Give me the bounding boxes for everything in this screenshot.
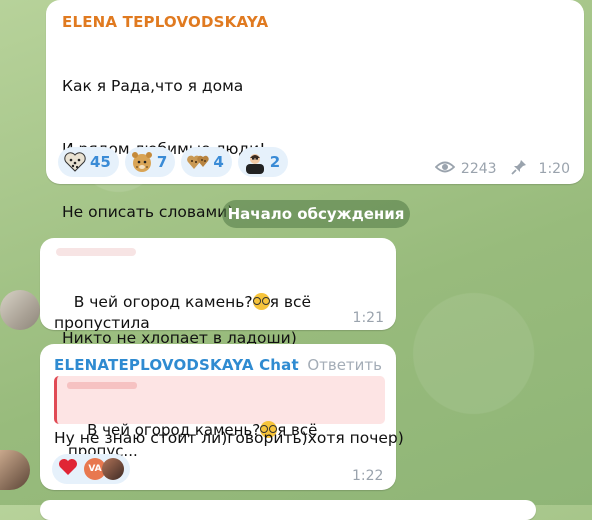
comment-text-prefix: В чей огород камень? xyxy=(73,293,253,311)
pin-icon xyxy=(510,159,527,179)
reaction-leopard-heart[interactable]: 45 xyxy=(58,147,119,177)
leopard-hearts-icon xyxy=(186,150,210,174)
reaction-leopard-face[interactable]: 7 xyxy=(124,147,176,177)
reaction-count: 45 xyxy=(90,153,111,171)
leopard-face-icon xyxy=(130,150,154,174)
red-heart-icon xyxy=(58,458,78,480)
channel-post: ELENA TEPLOVODSKAYA Как я Рада,что я дом… xyxy=(46,0,584,347)
comment-text-1: В чей огород камень? я всё пропустила xyxy=(54,271,396,355)
reaction-leopard-hearts[interactable]: 4 xyxy=(181,147,232,177)
post-meta: 2243 1:20 xyxy=(434,159,570,179)
views-count: 2243 xyxy=(460,161,497,177)
commenter-avatar-2[interactable] xyxy=(0,450,30,490)
post-time: 1:20 xyxy=(538,161,570,177)
comment-bubble-1: В чей огород камень? я всё пропустила 1:2… xyxy=(40,238,396,332)
reply-button[interactable]: Ответить xyxy=(307,356,382,374)
comment-time-1: 1:21 xyxy=(352,310,384,326)
commenter-avatar[interactable] xyxy=(0,290,40,330)
reply-quote[interactable]: В чей огород камень? я всё пропус... xyxy=(54,376,385,460)
reaction-person[interactable]: 2 xyxy=(237,147,289,177)
reaction-count: 7 xyxy=(156,153,168,171)
post-author[interactable]: ELENA TEPLOVODSKAYA xyxy=(62,13,268,31)
person-emoji-icon xyxy=(243,150,267,174)
eye-icon xyxy=(434,160,456,178)
reaction-count: 4 xyxy=(213,153,224,171)
reaction-red-heart[interactable]: VA xyxy=(52,454,130,484)
next-message-bubble xyxy=(40,500,536,520)
quote-author-blurred xyxy=(67,382,137,389)
comment-reactions-2: VA xyxy=(52,454,130,484)
discussion-start-label: Начало обсуждения xyxy=(222,200,410,228)
nerd-face-icon xyxy=(252,293,270,310)
comment-author-2[interactable]: ELENATEPLOVODSKAYA Chat xyxy=(54,356,299,374)
comment-text-2: Ну не знаю стоит ли)говорить)хотя почер) xyxy=(54,429,404,447)
post-reactions: 45 7 4 2 xyxy=(58,147,289,177)
reaction-count: 2 xyxy=(269,153,281,171)
leopard-heart-icon xyxy=(63,150,87,174)
post-line: Как я Рада,что я дома xyxy=(62,77,244,95)
comment-time-2: 1:22 xyxy=(352,468,384,484)
commenter-name-blurred xyxy=(56,248,136,256)
reactor-avatar xyxy=(102,458,124,480)
